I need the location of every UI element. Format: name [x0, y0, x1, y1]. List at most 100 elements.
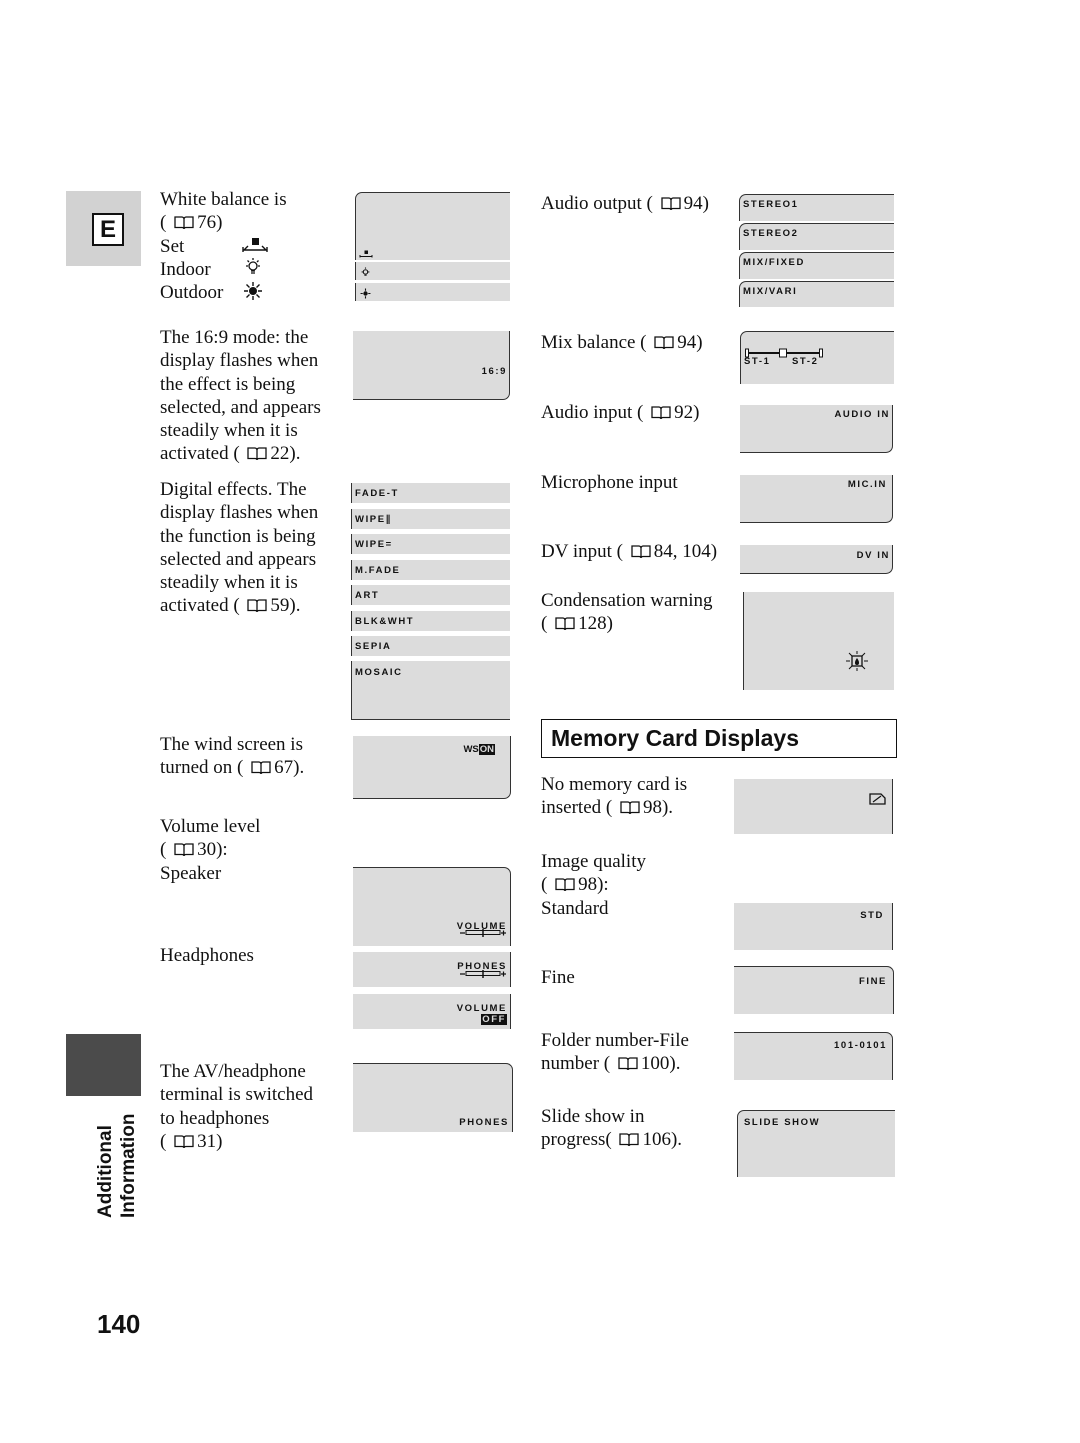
slide-show-display: SLIDE SHOW: [737, 1110, 895, 1177]
book-reference-icon: [618, 1054, 638, 1071]
condensation-warning-icon: [845, 651, 869, 676]
white-balance-set-icon: [359, 245, 373, 263]
display-label: 101-0101: [834, 1040, 887, 1051]
chapter-marker: [66, 1034, 141, 1096]
display-label: SLIDE SHOW: [744, 1117, 821, 1128]
text-line: The 16:9 mode: the: [160, 326, 321, 349]
text-line: ( 76): [160, 211, 287, 234]
page-ref: 94): [683, 193, 709, 214]
mix-right-label: ST-2: [792, 356, 819, 367]
display-label: WIPE=: [355, 539, 393, 550]
volume-off-display: VOLUME OFF: [353, 994, 511, 1029]
text-mic-input: Microphone input: [541, 471, 678, 494]
av-phones-display: PHONES: [353, 1063, 513, 1132]
text-segment: White balance is: [160, 189, 287, 210]
effect-display: BLK&WHT: [351, 611, 510, 631]
text-condensation: Condensation warning( 128): [541, 589, 713, 636]
text-segment: progress(: [541, 1129, 617, 1151]
wind-screen-display: WSON: [353, 736, 511, 799]
text-line: The wind screen is: [160, 733, 304, 756]
volume-speaker-display: VOLUME: [353, 867, 511, 946]
display-label: FADE-T: [355, 488, 399, 499]
display-label: MIX/VARI: [743, 286, 798, 297]
display-label: MIX/FIXED: [743, 257, 805, 268]
text-segment: (: [541, 874, 553, 896]
book-reference-icon: [555, 875, 575, 892]
text-line: selected and appears: [160, 548, 318, 571]
chapter-label-line: Additional: [95, 1125, 116, 1218]
book-reference-icon: [555, 614, 575, 631]
text-segment: Outdoor: [160, 282, 224, 304]
text-segment: activated (: [160, 443, 245, 465]
text-line: Condensation warning: [541, 589, 713, 612]
text-segment: Folder number-File: [541, 1030, 689, 1051]
text-segment: Fine: [541, 967, 575, 988]
text-segment: Condensation warning: [541, 590, 713, 611]
text-segment: Image quality: [541, 851, 646, 872]
page-ref: 22).: [270, 443, 301, 465]
volume-phones-display: PHONES: [353, 952, 511, 987]
text-line: ( 30):: [160, 838, 260, 861]
ws-prefix: WS: [463, 744, 479, 755]
text-segment: (: [160, 212, 172, 234]
mix-balance-display: ST-1 ST-2: [740, 331, 894, 384]
text-segment: Set: [160, 235, 185, 257]
text-line: terminal is switched: [160, 1083, 313, 1106]
audio-output-display: STEREO2: [739, 223, 894, 250]
text-folder-file: Folder number-File number ( 100).: [541, 1029, 689, 1076]
text-line: Fine: [541, 966, 575, 989]
page-ref: 98).: [642, 797, 674, 819]
text-line: Slide show in: [541, 1105, 682, 1128]
outdoor-sun-icon: [243, 281, 263, 306]
display-label: FINE: [858, 976, 887, 987]
page-ref: 92): [674, 402, 700, 423]
text-line: the function is being: [160, 525, 318, 548]
quality-fine-display: FINE: [734, 966, 894, 1014]
display-label: STD: [860, 910, 884, 921]
text-line: progress( 106).: [541, 1128, 682, 1151]
display-label: SEPIA: [355, 641, 392, 652]
text-segment: Volume level: [160, 816, 261, 837]
effect-display: MOSAIC: [351, 661, 510, 720]
volume-bar-icon: [459, 965, 507, 983]
page-ref: 59).: [270, 595, 301, 617]
page-ref: 67).: [274, 757, 305, 779]
text-line: Audio input ( 92): [541, 401, 699, 424]
page-ref: 30):: [197, 839, 228, 861]
text-segment: Microphone input: [541, 472, 678, 493]
text-line: Speaker: [160, 862, 260, 885]
volume-off-state: OFF: [481, 1014, 507, 1025]
text-segment: Headphones: [160, 945, 254, 966]
text-segment: display flashes when: [160, 350, 319, 372]
page-ref: 100).: [640, 1053, 681, 1075]
effect-display: WIPE=: [351, 534, 510, 554]
page-ref: 84, 104): [653, 541, 718, 562]
condensation-display: [743, 592, 894, 690]
effect-display: ART: [351, 585, 510, 605]
display-label: VOLUME: [456, 1003, 507, 1014]
text-segment: turned on (: [160, 757, 249, 779]
text-segment: (: [160, 1130, 172, 1152]
display-label: AUDIO IN: [834, 409, 890, 420]
effect-display: M.FADE: [351, 560, 510, 580]
text-line: steadily when it is: [160, 571, 318, 594]
book-reference-icon: [251, 758, 271, 775]
audio-output-display: STEREO1: [739, 194, 894, 221]
book-reference-icon: [174, 840, 194, 857]
text-headphones: Headphones: [160, 944, 254, 967]
text-line: Standard: [541, 897, 646, 920]
text-segment: DV input (: [541, 541, 628, 562]
text-audio-input: Audio input ( 92): [541, 401, 699, 424]
text-segment: Mix balance (: [541, 332, 652, 353]
text-segment: No memory card is: [541, 774, 688, 795]
indoor-bulb-icon: [243, 257, 263, 282]
text-line: activated ( 22).: [160, 442, 321, 465]
text-line: ( 98):: [541, 873, 646, 896]
text-segment: Slide show in: [541, 1106, 645, 1127]
section-letter: E: [92, 213, 124, 246]
book-reference-icon: [174, 1132, 194, 1148]
book-reference-icon: [654, 333, 674, 350]
page-ref: 128): [578, 613, 613, 635]
text-line: White balance is: [160, 188, 287, 211]
page-ref: 76): [197, 212, 223, 234]
